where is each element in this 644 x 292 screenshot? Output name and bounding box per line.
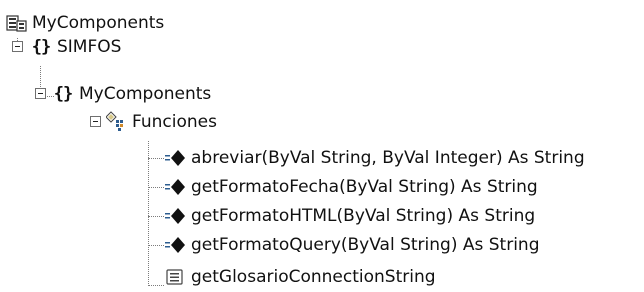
method-icon xyxy=(165,148,187,168)
module-icon xyxy=(106,111,128,133)
tree-line-member-3 xyxy=(148,216,164,217)
tree-member-label: getFormatoHTML(ByVal String) As String xyxy=(191,206,536,226)
tree-member-row[interactable]: abreviar(ByVal String, ByVal Integer) As… xyxy=(165,143,585,173)
tree-line-member-2 xyxy=(148,187,164,188)
tree-member-label: getFormatoFecha(ByVal String) As String xyxy=(191,177,538,197)
tree-line-members xyxy=(148,141,149,286)
tree-line-member-5 xyxy=(148,285,164,286)
property-icon xyxy=(165,269,185,286)
tree-line-member-1 xyxy=(148,158,164,159)
tree-node-mycomponents[interactable]: {} MyComponents xyxy=(52,79,212,109)
tree-member-row[interactable]: getFormatoQuery(ByVal String) As String xyxy=(165,230,540,260)
namespace-icon: {} xyxy=(31,37,51,57)
tree-node-simfos-label: SIMFOS xyxy=(57,37,122,57)
assembly-icon xyxy=(6,14,28,34)
collapse-toggle-mycomponents[interactable] xyxy=(35,88,46,99)
collapse-toggle-funciones[interactable] xyxy=(90,116,101,127)
tree-member-label: getGlosarioConnectionString xyxy=(191,267,436,287)
method-icon xyxy=(165,235,187,255)
tree-node-funciones[interactable]: Funciones xyxy=(106,107,217,137)
tree-member-label: getFormatoQuery(ByVal String) As String xyxy=(191,235,540,255)
tree-member-label: abreviar(ByVal String, ByVal Integer) As… xyxy=(191,148,585,168)
namespace-icon: {} xyxy=(53,84,73,104)
method-icon xyxy=(165,206,187,226)
method-icon xyxy=(165,177,187,197)
tree-line-member-4 xyxy=(148,245,164,246)
tree-node-simfos[interactable]: {} SIMFOS xyxy=(30,32,122,62)
tree-member-row[interactable]: getFormatoFecha(ByVal String) As String xyxy=(165,172,538,202)
tree-node-funciones-label: Funciones xyxy=(132,112,217,132)
tree-member-row[interactable]: getGlosarioConnectionString xyxy=(165,262,436,292)
collapse-toggle-simfos[interactable] xyxy=(12,41,23,52)
tree-member-row[interactable]: getFormatoHTML(ByVal String) As String xyxy=(165,201,535,231)
object-browser-tree: MyComponents {} SIMFOS {} MyComponents F… xyxy=(0,0,644,291)
tree-node-mycomponents-label: MyComponents xyxy=(79,84,212,104)
